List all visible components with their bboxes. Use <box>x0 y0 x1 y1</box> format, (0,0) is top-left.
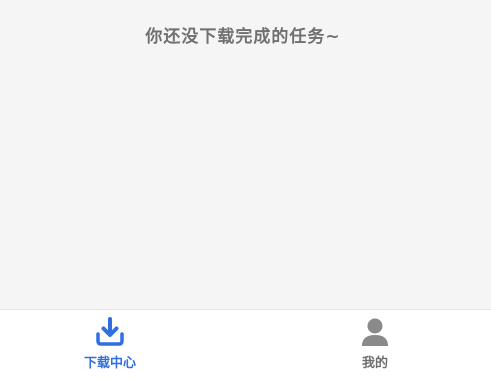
tab-download-center-label: 下载中心 <box>83 356 136 371</box>
empty-state-message: 你还没下载完成的任务~ <box>145 27 341 47</box>
tab-download-center[interactable]: 下载中心 <box>50 310 170 380</box>
app-screen: 你还没下载完成的任务~ 下载中心 我的 <box>0 0 491 380</box>
bottom-tab-bar: 下载中心 我的 <box>0 309 491 380</box>
tab-mine[interactable]: 我的 <box>315 310 435 380</box>
tab-mine-label: 我的 <box>361 356 388 371</box>
person-icon <box>362 318 388 346</box>
download-icon <box>96 317 124 346</box>
